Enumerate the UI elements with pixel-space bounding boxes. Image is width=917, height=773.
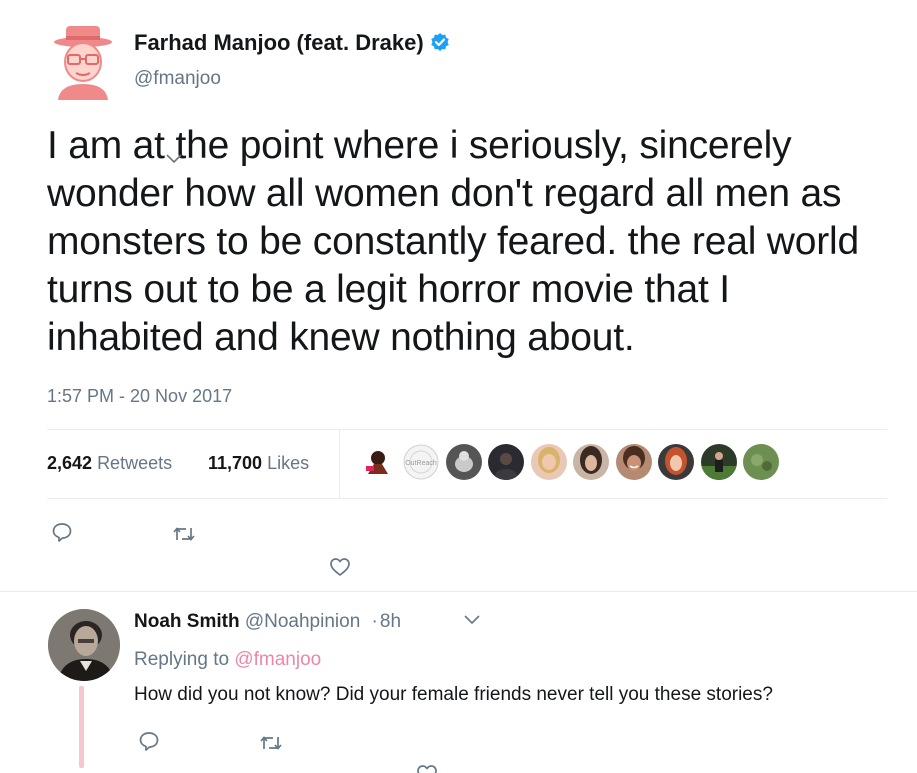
likes-stat[interactable]: 11,700 Likes	[208, 453, 309, 474]
thread-line	[79, 686, 84, 768]
author-handle[interactable]: @fmanjoo	[134, 68, 221, 90]
divider	[339, 430, 340, 498]
outreach-label: OutReach	[405, 460, 437, 467]
replying-to-handle[interactable]: @fmanjoo	[234, 649, 321, 670]
tweet-timestamp[interactable]: 1:57 PM - 20 Nov 2017	[47, 386, 232, 407]
divider	[47, 429, 887, 430]
like-icon[interactable]	[416, 763, 438, 773]
retweets-stat[interactable]: 2,642 Retweets	[47, 453, 172, 474]
reply-author-avatar[interactable]	[48, 609, 120, 681]
liker-avatar[interactable]	[531, 444, 567, 480]
liker-avatar[interactable]	[573, 444, 609, 480]
retweets-count: 2,642	[47, 453, 93, 473]
chevron-down-icon[interactable]	[463, 613, 481, 627]
liker-avatar[interactable]	[743, 444, 779, 480]
chevron-down-icon[interactable]	[164, 152, 184, 166]
liker-avatar[interactable]	[658, 444, 694, 480]
liker-avatar[interactable]	[446, 444, 482, 480]
separator-dot: ·	[371, 611, 378, 632]
liker-avatar[interactable]	[701, 444, 737, 480]
divider	[47, 498, 887, 499]
author-name-text[interactable]: Farhad Manjoo (feat. Drake)	[134, 30, 424, 55]
liker-avatar[interactable]	[616, 444, 652, 480]
retweets-label: Retweets	[97, 453, 173, 473]
reply-author-name[interactable]: Noah Smith	[134, 611, 240, 632]
verified-badge-icon	[430, 32, 450, 52]
replying-to-line: Replying to @fmanjoo	[134, 649, 321, 671]
replying-to-prefix: Replying to	[134, 649, 230, 670]
retweet-icon[interactable]	[259, 732, 283, 754]
divider	[0, 591, 917, 592]
author-avatar[interactable]	[52, 22, 114, 100]
author-name[interactable]: Farhad Manjoo (feat. Drake)	[134, 30, 450, 56]
like-icon[interactable]	[329, 556, 351, 578]
liker-avatar[interactable]	[360, 444, 396, 480]
reply-icon[interactable]	[138, 730, 160, 752]
liker-avatar[interactable]: OutReach	[403, 444, 439, 480]
reply-text: How did you not know? Did your female fr…	[134, 684, 773, 705]
liker-avatar[interactable]	[488, 444, 524, 480]
likes-label: Likes	[267, 453, 310, 473]
reply-header: Noah Smith @Noahpinion · 8h	[134, 611, 401, 633]
likes-count: 11,700	[208, 453, 263, 473]
reply-icon[interactable]	[51, 521, 73, 543]
reply-author-handle[interactable]: @Noahpinion	[245, 611, 360, 632]
reply-time[interactable]: 8h	[380, 611, 401, 632]
retweet-icon[interactable]	[172, 523, 196, 545]
